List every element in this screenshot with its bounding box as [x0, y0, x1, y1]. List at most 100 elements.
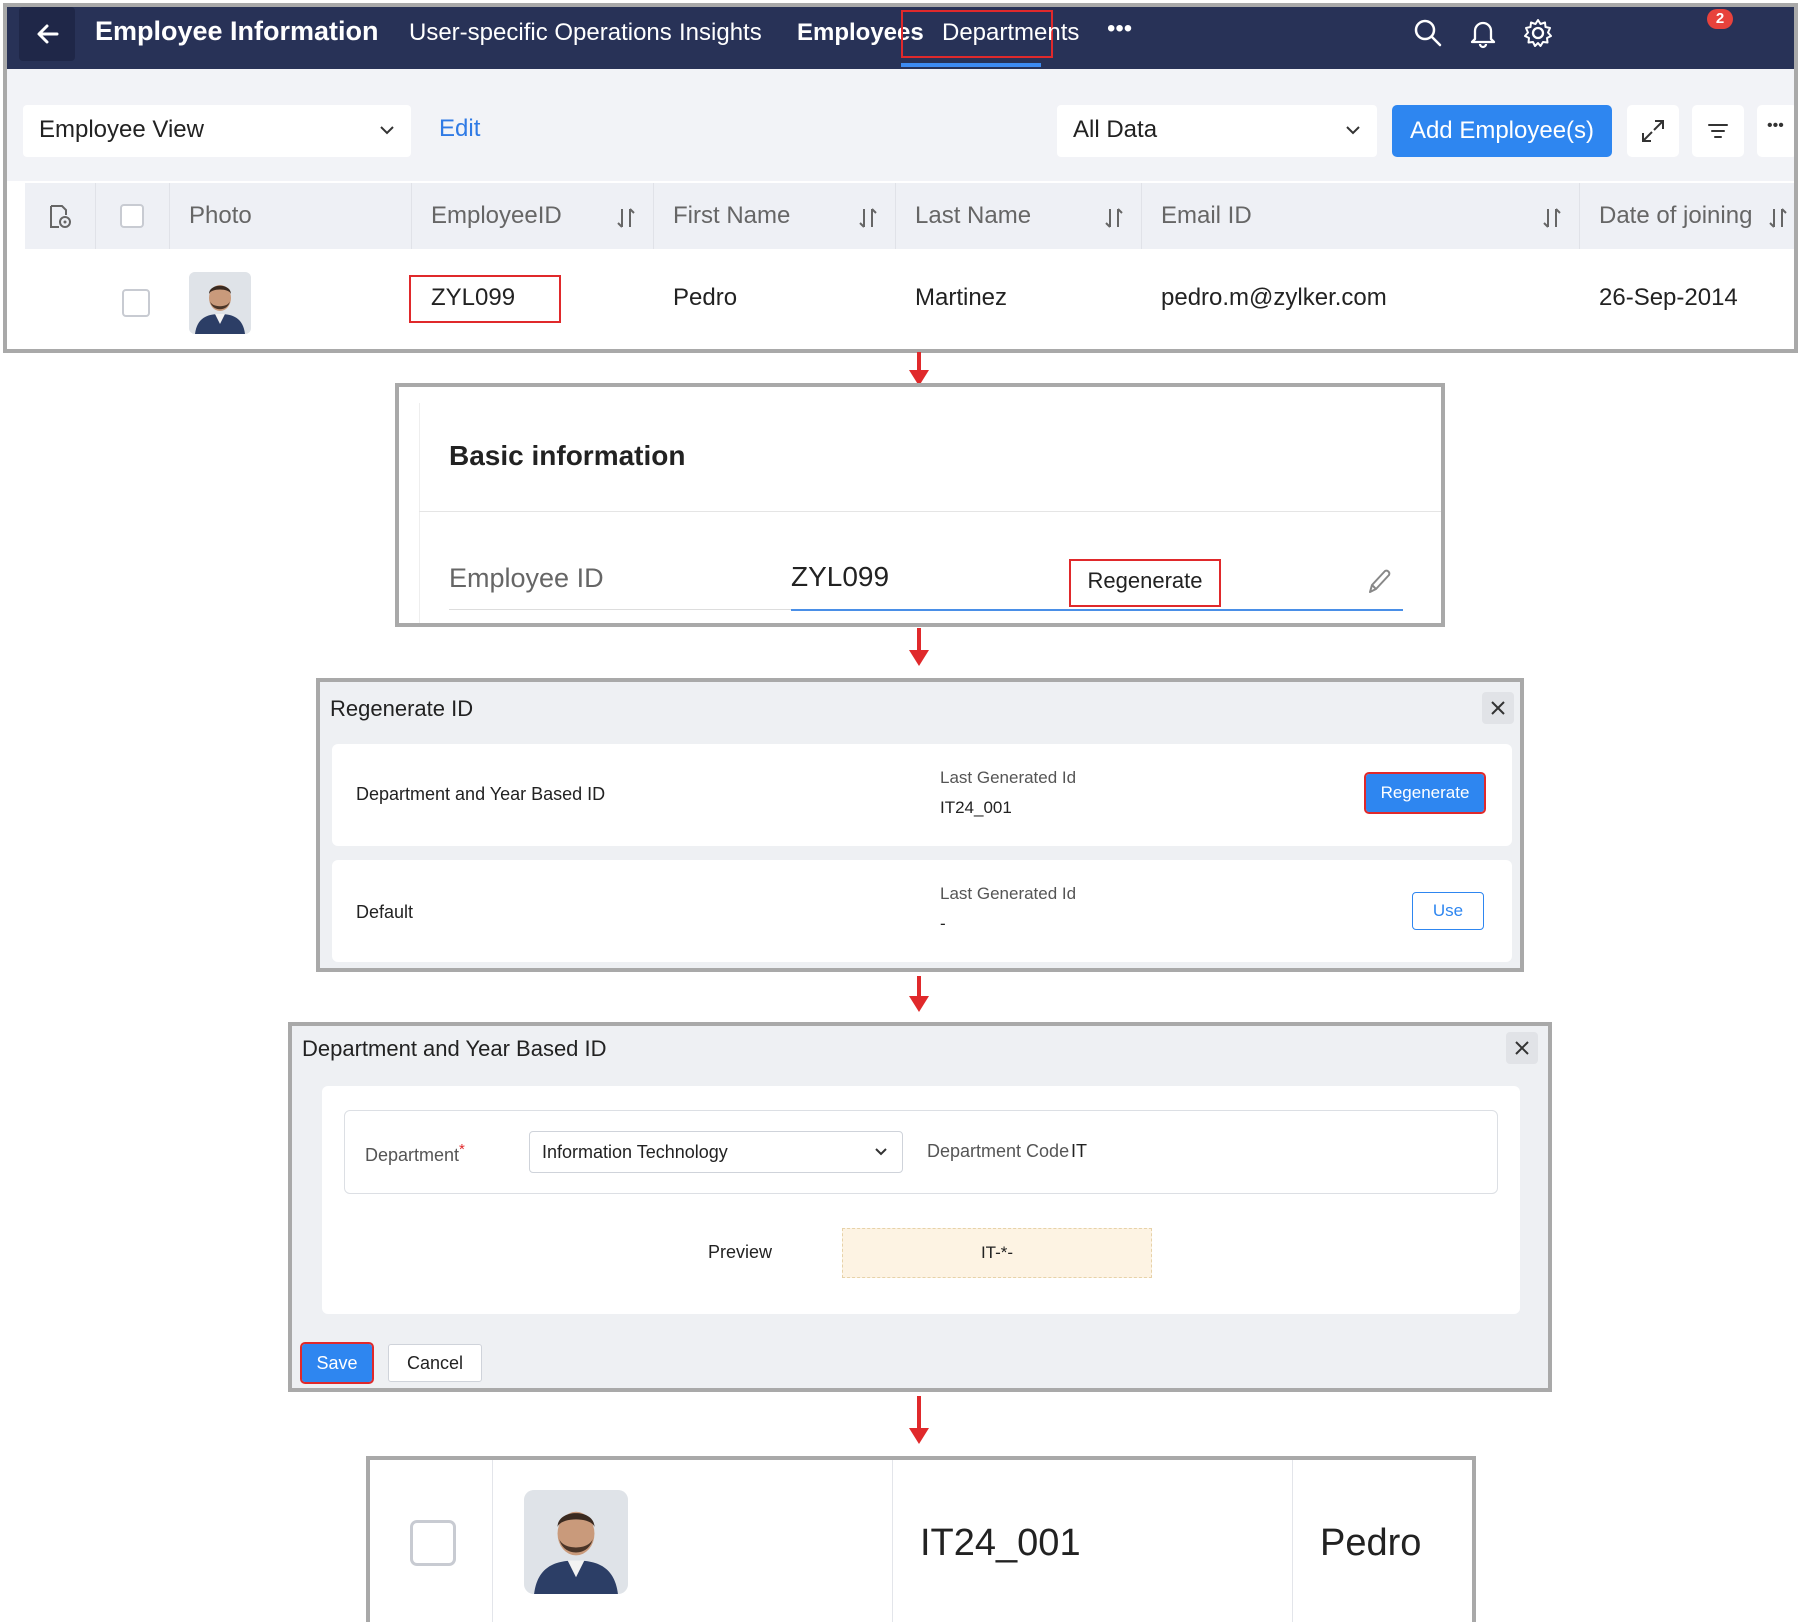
column-header-last-name[interactable]: Last Name	[915, 183, 1031, 249]
id-option-card: Default Last Generated Id - Use	[332, 860, 1512, 962]
regenerate-button[interactable]: Regenerate	[1069, 559, 1221, 607]
table-row[interactable]: ZYL099 Pedro Martinez pedro.m@zylker.com…	[25, 249, 1794, 349]
department-select-value: Information Technology	[542, 1142, 728, 1162]
flow-arrow	[909, 352, 929, 386]
avatar-image	[189, 272, 251, 334]
search-icon[interactable]	[1412, 17, 1444, 49]
chevron-down-icon	[875, 1148, 887, 1156]
regenerate-button[interactable]: Regenerate	[1364, 772, 1486, 814]
nav-more[interactable]: •••	[1107, 15, 1132, 43]
department-code-value: IT	[1071, 1141, 1087, 1161]
last-generated-value: IT24_001	[940, 798, 1012, 817]
column-header-employee-id[interactable]: EmployeeID	[431, 183, 562, 249]
sort-icon[interactable]	[615, 207, 637, 229]
expand-icon	[1642, 120, 1664, 142]
nav-user-specific-operations[interactable]: User-specific Operations	[409, 19, 672, 47]
close-icon	[1491, 701, 1505, 715]
more-options-button[interactable]: •••	[1757, 105, 1794, 157]
department-code-label: Department Code	[927, 1141, 1070, 1161]
select-all-checkbox[interactable]	[120, 204, 144, 228]
preview-value: IT-*-	[842, 1228, 1152, 1278]
option-name: Default	[356, 902, 414, 922]
cell-date-of-joining: 26-Sep-2014	[1599, 284, 1738, 311]
table-header: Photo EmployeeID First Name Last Name Em…	[25, 183, 1794, 249]
last-generated-label: Last Generated Id	[940, 884, 1077, 903]
column-header-first-name[interactable]: First Name	[673, 183, 790, 249]
filter-button[interactable]	[1692, 105, 1744, 157]
save-button[interactable]: Save	[300, 1342, 374, 1384]
bell-icon[interactable]	[1467, 17, 1499, 49]
chevron-down-icon	[1346, 126, 1360, 135]
dialog-title: Regenerate ID	[330, 696, 474, 721]
section-divider	[419, 511, 1441, 512]
pencil-icon[interactable]	[1365, 567, 1393, 597]
id-option-card: Department and Year Based ID Last Genera…	[332, 744, 1512, 846]
arrow-left-icon	[37, 24, 59, 44]
sort-icon[interactable]	[1103, 207, 1125, 229]
avatar-image	[524, 1490, 628, 1594]
department-label: Department*	[365, 1141, 465, 1166]
nav-insights[interactable]: Insights	[679, 19, 762, 47]
column-header-email-id[interactable]: Email ID	[1161, 183, 1252, 249]
column-header-photo: Photo	[189, 202, 252, 229]
employee-photo	[524, 1490, 628, 1594]
active-tab-indicator	[901, 63, 1041, 67]
column-settings-icon[interactable]	[47, 203, 73, 231]
edit-view-link[interactable]: Edit	[439, 115, 480, 143]
flow-arrow	[909, 628, 929, 666]
column-divider	[492, 1460, 493, 1622]
row-checkbox[interactable]	[122, 289, 150, 317]
column-divider	[1292, 1460, 1293, 1622]
department-label-text: Department	[365, 1145, 460, 1165]
cell-first-name: Pedro	[1320, 1522, 1422, 1564]
regenerate-id-dialog: Regenerate ID Department and Year Based …	[316, 678, 1524, 972]
nav-departments[interactable]: Departments	[942, 19, 1079, 47]
use-button[interactable]: Use	[1412, 892, 1484, 930]
close-button[interactable]	[1482, 692, 1514, 724]
view-select[interactable]: Employee View	[23, 105, 411, 157]
section-title: Basic information	[449, 440, 686, 471]
flow-arrow	[909, 1396, 929, 1444]
data-filter-select[interactable]: All Data	[1057, 105, 1377, 157]
cell-last-name: Martinez	[915, 284, 1008, 311]
cell-first-name: Pedro	[673, 284, 738, 311]
close-icon	[1515, 1041, 1529, 1055]
expand-button[interactable]	[1627, 105, 1679, 157]
column-divider	[892, 1460, 893, 1622]
last-generated-value: -	[940, 914, 946, 933]
field-divider	[449, 609, 791, 610]
column-header-date-of-joining[interactable]: Date of joining	[1599, 183, 1752, 249]
more-icon: •••	[1767, 117, 1784, 134]
sort-icon[interactable]	[857, 207, 879, 229]
data-filter-value: All Data	[1073, 116, 1158, 143]
department-row: Department* Information Technology Depar…	[344, 1110, 1498, 1194]
app-title: Employee Information	[95, 16, 379, 46]
notification-badge: 2	[1707, 9, 1733, 29]
department-year-id-dialog: Department and Year Based ID Department*…	[288, 1022, 1552, 1392]
filter-icon	[1708, 124, 1728, 138]
sort-icon[interactable]	[1767, 207, 1789, 229]
toolbar-row: Employee View Edit All Data Add Employee…	[7, 69, 1794, 181]
row-checkbox[interactable]	[410, 1520, 456, 1566]
add-employee-button[interactable]: Add Employee(s)	[1392, 105, 1612, 157]
top-navigation-bar: Employee Information User-specific Opera…	[7, 7, 1794, 69]
cancel-button[interactable]: Cancel	[388, 1344, 482, 1382]
basic-information-screenshot: Basic information Employee ID ZYL099 Reg…	[395, 383, 1445, 627]
cell-employee-id: IT24_001	[920, 1522, 1081, 1564]
view-select-value: Employee View	[39, 116, 204, 143]
sort-icon[interactable]	[1541, 207, 1563, 229]
cell-employee-id[interactable]: ZYL099	[431, 284, 515, 312]
preview-label: Preview	[708, 1242, 773, 1262]
cell-email: pedro.m@zylker.com	[1161, 284, 1387, 311]
employee-id-underline	[791, 609, 1403, 611]
chevron-down-icon	[380, 126, 394, 135]
back-button[interactable]	[19, 7, 75, 61]
close-button[interactable]	[1506, 1032, 1538, 1064]
form-card: Department* Information Technology Depar…	[322, 1086, 1520, 1314]
required-marker: *	[459, 1141, 465, 1158]
gear-icon[interactable]	[1522, 17, 1554, 49]
employees-list-screenshot: Employee Information User-specific Opera…	[3, 3, 1798, 353]
department-select[interactable]: Information Technology	[529, 1131, 903, 1173]
employee-id-value[interactable]: ZYL099	[791, 561, 889, 593]
updated-row-screenshot: IT24_001 Pedro	[366, 1456, 1476, 1622]
